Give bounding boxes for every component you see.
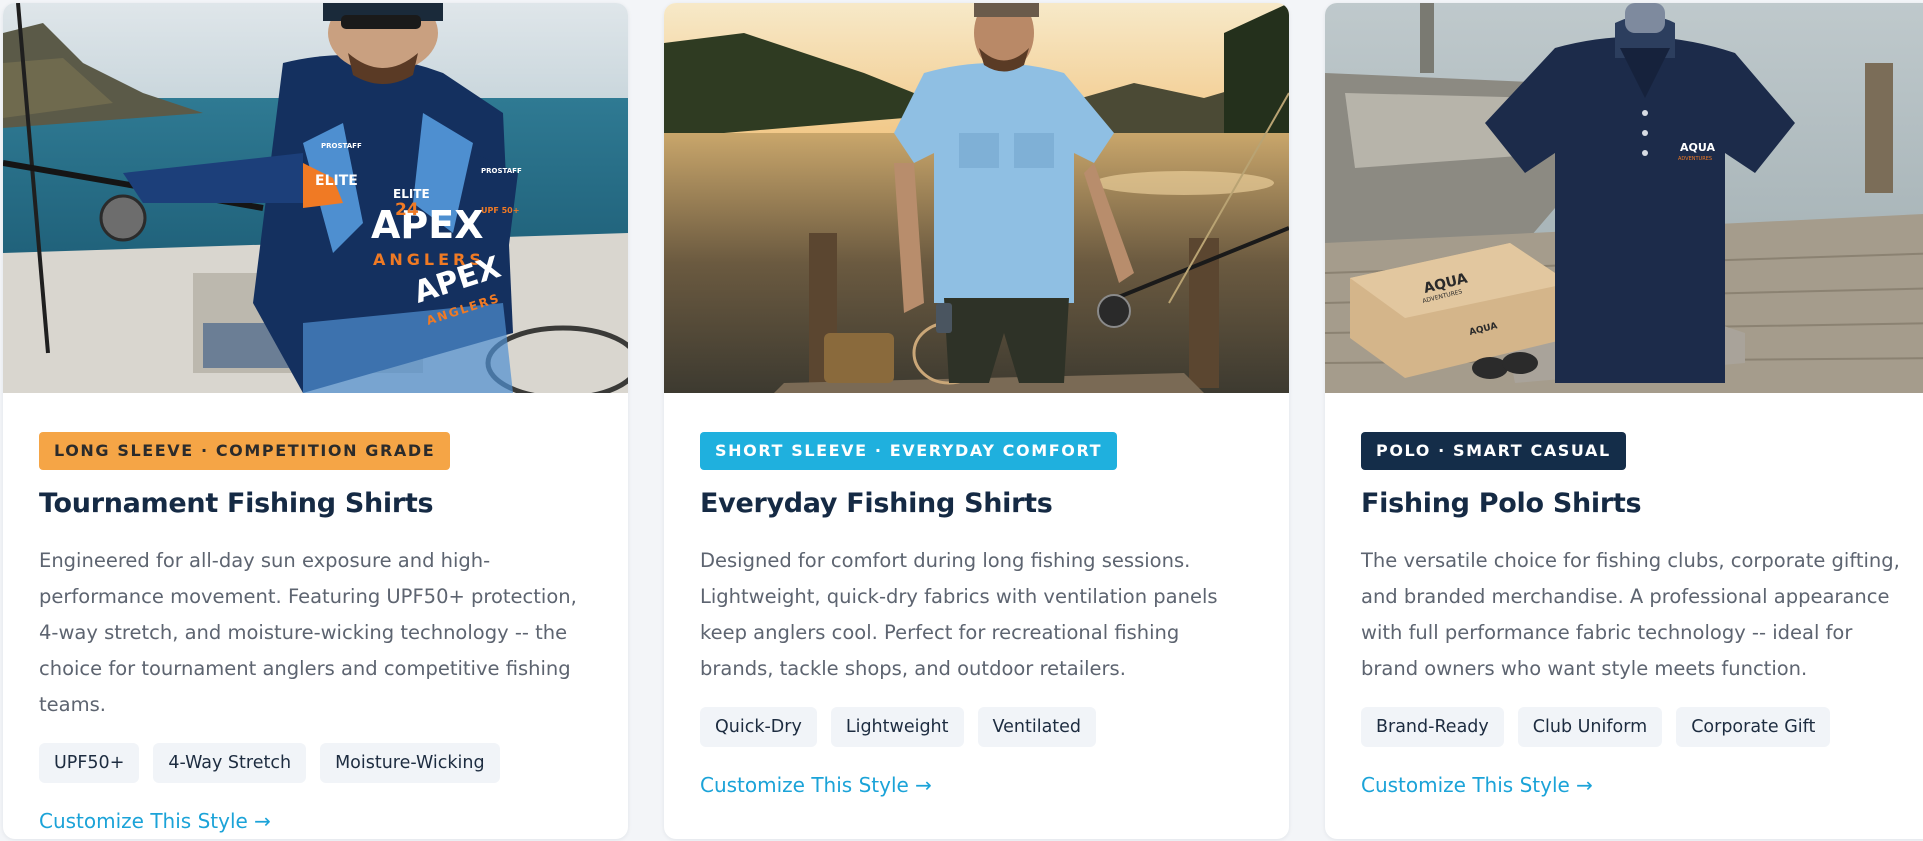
feature-tags: Quick-Dry Lightweight Ventilated bbox=[700, 707, 1253, 747]
feature-tag: UPF50+ bbox=[39, 743, 140, 783]
card-title: Fishing Polo Shirts bbox=[1361, 488, 1642, 519]
feature-tag: Club Uniform bbox=[1517, 707, 1663, 747]
customize-style-link[interactable]: Customize This Style → bbox=[39, 809, 271, 833]
feature-tags: Brand-Ready Club Uniform Corporate Gift bbox=[1361, 707, 1909, 747]
feature-tag: Lightweight bbox=[830, 707, 964, 747]
feature-tag: Corporate Gift bbox=[1676, 707, 1831, 747]
category-badge: LONG SLEEVE · COMPETITION GRADE bbox=[39, 432, 451, 470]
feature-tag: 4-Way Stretch bbox=[153, 743, 307, 783]
card-body: POLO · SMART CASUAL Fishing Polo Shirts … bbox=[1325, 393, 1923, 797]
card-description: Designed for comfort during long fishing… bbox=[700, 549, 1218, 680]
elite-series-text: ELITE bbox=[393, 187, 430, 201]
sleeve-prostaff-text: PROSTAFF bbox=[481, 167, 522, 175]
number-24-text: 24 bbox=[395, 200, 419, 220]
category-badge: POLO · SMART CASUAL bbox=[1361, 432, 1626, 470]
product-card-grid: APEX ANGLERS ELITE ELITE 24 PROSTAFF PRO… bbox=[3, 3, 1923, 839]
feature-tag: Moisture-Wicking bbox=[320, 743, 500, 783]
card-description: Engineered for all-day sun exposure and … bbox=[39, 549, 577, 716]
apex-logo-text: APEX bbox=[371, 203, 484, 247]
prostaff-badge-text: PROSTAFF bbox=[321, 142, 362, 150]
category-badge: SHORT SLEEVE · EVERYDAY COMFORT bbox=[700, 432, 1118, 470]
card-body: LONG SLEEVE · COMPETITION GRADE Tourname… bbox=[3, 393, 628, 833]
product-card-tournament: APEX ANGLERS ELITE ELITE 24 PROSTAFF PRO… bbox=[3, 3, 628, 839]
card-description: The versatile choice for fishing clubs, … bbox=[1361, 549, 1900, 680]
customize-style-link[interactable]: Customize This Style → bbox=[1361, 773, 1593, 797]
feature-tag: Ventilated bbox=[977, 707, 1097, 747]
elite-text: ELITE bbox=[315, 173, 358, 189]
customize-style-link[interactable]: Customize This Style → bbox=[700, 773, 932, 797]
card-title: Tournament Fishing Shirts bbox=[39, 488, 434, 519]
product-card-everyday: SHORT SLEEVE · EVERYDAY COMFORT Everyday… bbox=[664, 3, 1289, 839]
feature-tags: UPF50+ 4-Way Stretch Moisture-Wicking bbox=[39, 743, 592, 783]
product-card-polo: AQUA ADVENTURES AQUA ADVENTURES AQUA POL… bbox=[1325, 3, 1923, 839]
polo-logo-text: AQUA bbox=[1680, 141, 1715, 154]
feature-tag: Quick-Dry bbox=[700, 707, 817, 747]
polo-logo-sub-text: ADVENTURES bbox=[1678, 156, 1712, 162]
feature-tag: Brand-Ready bbox=[1361, 707, 1504, 747]
everyday-shirt-photo bbox=[664, 3, 1289, 393]
tournament-shirt-photo: APEX ANGLERS ELITE ELITE 24 PROSTAFF PRO… bbox=[3, 3, 628, 393]
polo-shirt-photo: AQUA ADVENTURES AQUA ADVENTURES AQUA bbox=[1325, 3, 1923, 393]
card-body: SHORT SLEEVE · EVERYDAY COMFORT Everyday… bbox=[664, 393, 1289, 797]
upf-sleeve-text: UPF 50+ bbox=[481, 206, 519, 215]
card-title: Everyday Fishing Shirts bbox=[700, 488, 1053, 519]
